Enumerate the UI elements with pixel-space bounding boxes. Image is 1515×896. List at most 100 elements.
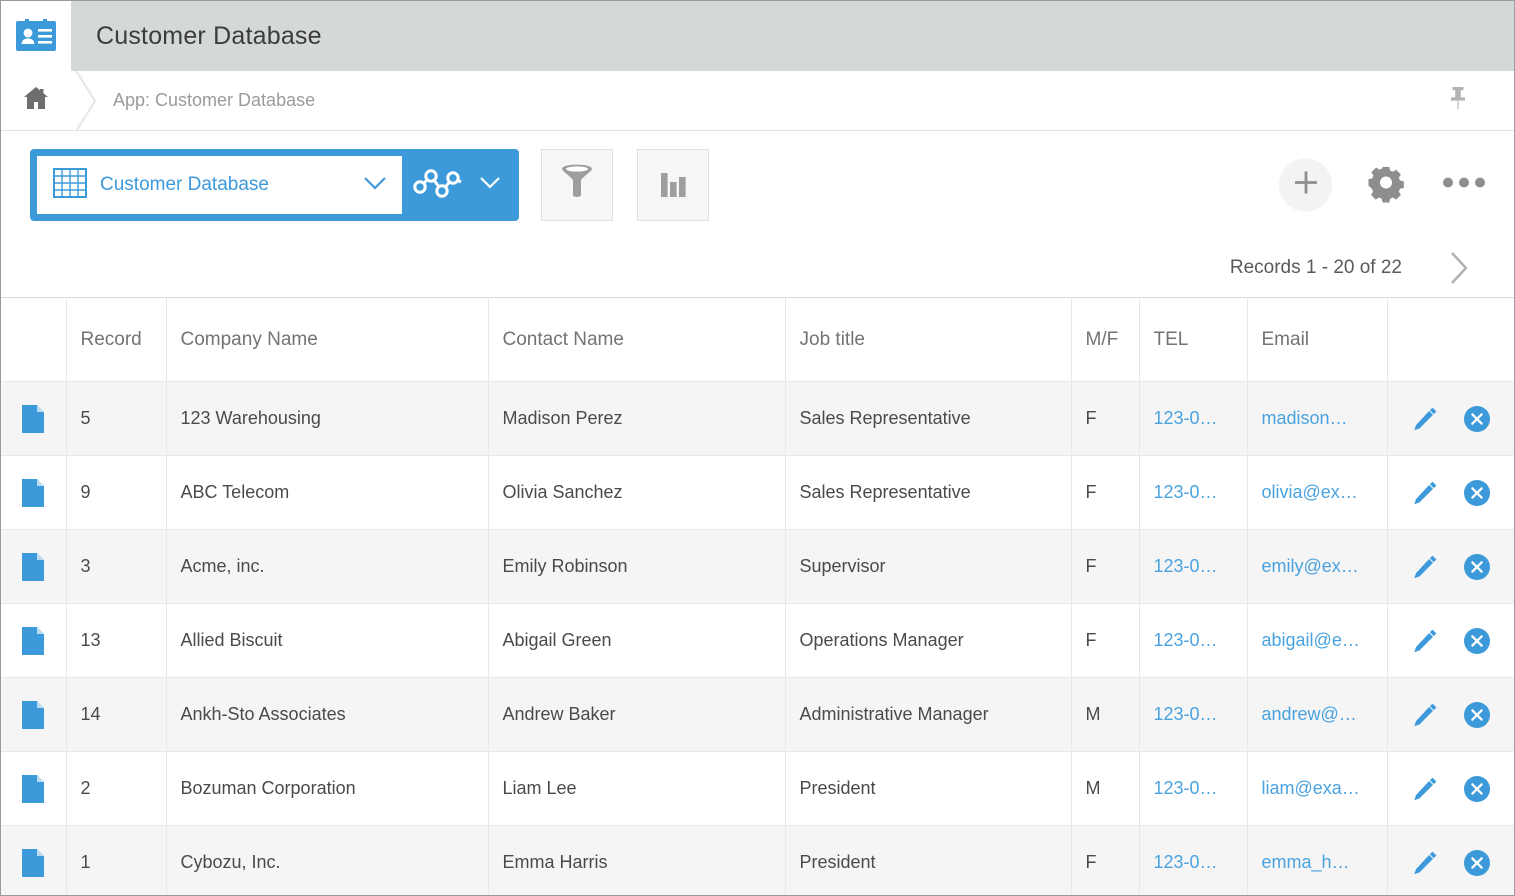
cell-contact: Abigail Green xyxy=(488,603,786,678)
cell-actions xyxy=(1387,381,1515,456)
row-actions xyxy=(1388,827,1515,896)
delete-x-icon[interactable] xyxy=(1464,479,1490,506)
row-actions xyxy=(1388,531,1515,603)
table-row[interactable]: 13 Allied Biscuit Abigail Green Operations … xyxy=(1,603,1514,678)
row-document-cell[interactable] xyxy=(1,381,67,456)
document-icon[interactable] xyxy=(1,605,65,677)
column-header-tel[interactable]: TEL xyxy=(1139,297,1248,382)
cell-email[interactable]: andrew@… xyxy=(1247,677,1388,752)
view-selector[interactable]: Customer Database xyxy=(30,149,519,221)
home-button[interactable] xyxy=(1,86,71,115)
pencil-edit-icon[interactable] xyxy=(1412,406,1438,432)
more-options-button[interactable] xyxy=(1440,161,1488,209)
column-header-email[interactable]: Email xyxy=(1247,297,1388,382)
graph-view-button[interactable] xyxy=(402,156,512,214)
table-row[interactable]: 14 Ankh-Sto Associates Andrew Baker Adminis… xyxy=(1,677,1515,752)
cell-tel[interactable]: 123-0… xyxy=(1139,455,1248,530)
line-graph-icon xyxy=(412,163,468,208)
row-document-cell[interactable] xyxy=(1,529,67,604)
pin-button[interactable] xyxy=(1444,87,1472,115)
delete-x-icon[interactable] xyxy=(1464,701,1490,728)
table-grid-icon xyxy=(53,167,87,203)
application-window: Customer Database App: Customer Database xyxy=(0,0,1515,896)
table-row[interactable]: 1 Cybozu, Inc. Emma Harris President F 123-0…… xyxy=(1,825,1515,896)
settings-button[interactable] xyxy=(1362,161,1410,209)
pencil-edit-icon[interactable] xyxy=(1412,702,1438,728)
row-document-cell[interactable] xyxy=(1,603,67,678)
pencil-edit-icon[interactable] xyxy=(1412,776,1438,802)
cell-tel[interactable]: 123-0… xyxy=(1139,381,1248,456)
column-header-actions xyxy=(1387,297,1514,382)
table-row[interactable]: 2 Bozuman Corporation Liam Lee President M 12… xyxy=(1,751,1514,826)
pin-icon xyxy=(1447,85,1469,116)
cell-email[interactable]: madison… xyxy=(1247,381,1388,456)
cell-email[interactable]: abigail@e… xyxy=(1247,603,1388,678)
column-header-contact[interactable]: Contact Name xyxy=(488,297,786,382)
delete-x-icon[interactable] xyxy=(1464,627,1490,654)
pencil-edit-icon[interactable] xyxy=(1412,628,1438,654)
delete-x-icon[interactable] xyxy=(1464,553,1490,580)
view-selector-label: Customer Database xyxy=(100,174,269,195)
row-document-cell[interactable] xyxy=(1,455,67,530)
delete-x-icon[interactable] xyxy=(1464,405,1490,432)
contact-card-icon xyxy=(14,19,58,53)
cell-email[interactable]: olivia@ex… xyxy=(1247,455,1388,530)
breadcrumb-path[interactable]: App: Customer Database xyxy=(105,90,315,111)
cell-contact: Andrew Baker xyxy=(488,677,786,752)
table-row[interactable]: 9 ABC Telecom Olivia Sanchez Sales Represen… xyxy=(1,455,1514,530)
plus-icon xyxy=(1291,168,1321,203)
cell-tel[interactable]: 123-0… xyxy=(1139,825,1248,895)
pencil-edit-icon[interactable] xyxy=(1412,850,1438,876)
cell-job: Administrative Manager xyxy=(785,677,1072,752)
document-icon[interactable] xyxy=(1,383,65,455)
cell-tel[interactable]: 123-0… xyxy=(1139,603,1248,678)
cell-job: Operations Manager xyxy=(785,603,1072,678)
cell-contact: Emma Harris xyxy=(488,825,786,895)
cell-mf: M xyxy=(1071,677,1140,752)
filter-button[interactable] xyxy=(541,149,613,221)
column-header-record[interactable]: Record xyxy=(66,297,167,382)
cell-email[interactable]: emily@ex… xyxy=(1247,529,1388,604)
row-document-cell[interactable] xyxy=(1,677,67,752)
chart-button[interactable] xyxy=(637,149,709,221)
row-document-cell[interactable] xyxy=(1,751,67,826)
document-icon[interactable] xyxy=(1,827,65,896)
column-header-job[interactable]: Job title xyxy=(785,297,1072,382)
cell-tel[interactable]: 123-0… xyxy=(1139,529,1248,604)
pencil-edit-icon[interactable] xyxy=(1412,554,1438,580)
title-bar: Customer Database xyxy=(1,1,1514,71)
cell-tel[interactable]: 123-0… xyxy=(1139,751,1248,826)
delete-x-icon[interactable] xyxy=(1464,849,1490,876)
document-icon[interactable] xyxy=(1,531,65,603)
table-row[interactable]: 5 123 Warehousing Madison Perez Sales Repre… xyxy=(1,381,1515,456)
add-record-button[interactable] xyxy=(1279,158,1332,212)
document-icon[interactable] xyxy=(1,753,65,825)
column-header-mf[interactable]: M/F xyxy=(1071,297,1140,382)
cell-record: 2 xyxy=(66,751,167,826)
table-row[interactable]: 3 Acme, inc. Emily Robinson Supervisor F 123-… xyxy=(1,529,1515,604)
cell-company: 123 Warehousing xyxy=(166,381,489,456)
chevron-down-icon xyxy=(478,175,502,195)
cell-mf: F xyxy=(1071,825,1140,895)
app-icon-container[interactable] xyxy=(1,1,71,71)
cell-email[interactable]: emma_h… xyxy=(1247,825,1388,895)
delete-x-icon[interactable] xyxy=(1464,775,1490,802)
next-page-button[interactable] xyxy=(1446,249,1472,287)
cell-tel[interactable]: 123-0… xyxy=(1139,677,1248,752)
cell-job: Sales Representative xyxy=(785,381,1072,456)
records-table: Record Company Name Contact Name Job tit… xyxy=(1,297,1515,896)
cell-email[interactable]: liam@exa… xyxy=(1247,751,1388,826)
view-dropdown[interactable]: Customer Database xyxy=(37,156,402,214)
row-actions xyxy=(1388,383,1515,455)
document-icon[interactable] xyxy=(1,457,65,529)
row-document-cell[interactable] xyxy=(1,825,67,896)
row-actions xyxy=(1388,679,1515,751)
document-icon[interactable] xyxy=(1,679,65,751)
chevron-down-icon xyxy=(362,175,388,196)
cell-actions xyxy=(1387,455,1514,530)
cell-company: Bozuman Corporation xyxy=(166,751,489,826)
cell-company: Cybozu, Inc. xyxy=(166,825,489,895)
cell-mf: F xyxy=(1071,529,1140,604)
pencil-edit-icon[interactable] xyxy=(1412,480,1438,506)
column-header-company[interactable]: Company Name xyxy=(166,297,489,382)
